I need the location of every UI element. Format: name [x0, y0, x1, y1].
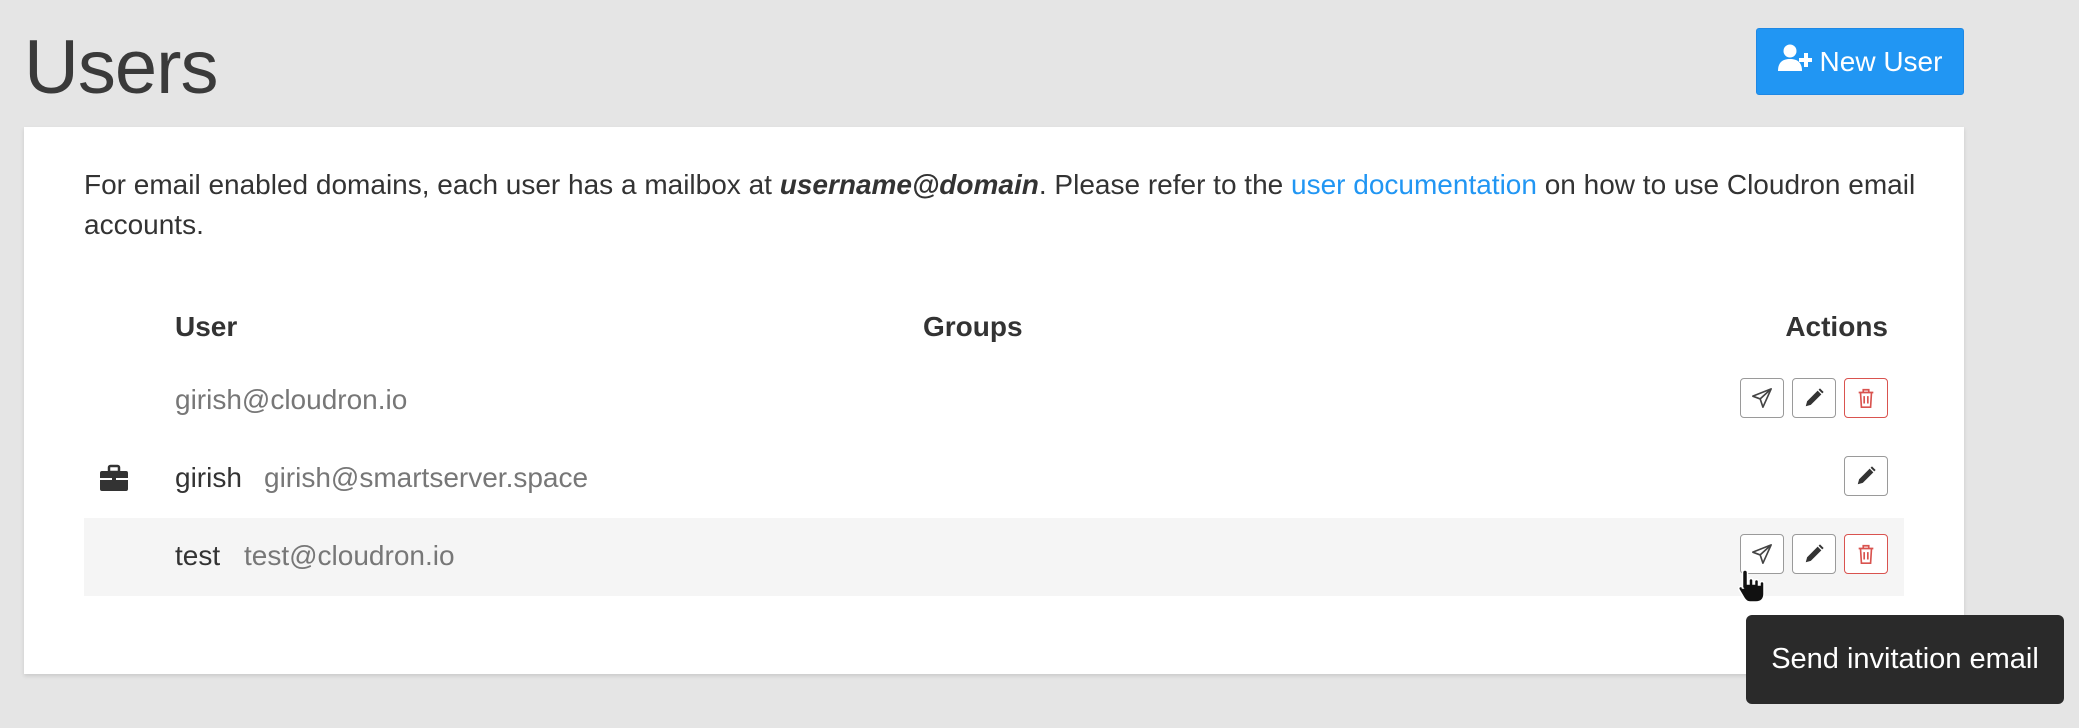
- users-card: For email enabled domains, each user has…: [24, 127, 1964, 674]
- user-documentation-link[interactable]: user documentation: [1291, 169, 1537, 200]
- users-table-header: User Groups Actions: [84, 305, 1904, 355]
- user-email: girish@smartserver.space: [264, 462, 589, 493]
- user-plus-icon: [1777, 44, 1813, 79]
- mailbox-info-text: For email enabled domains, each user has…: [84, 169, 1916, 240]
- edit-user-button[interactable]: [1792, 378, 1836, 418]
- table-row: girish@cloudron.io: [84, 362, 1904, 440]
- user-name: test: [175, 540, 221, 571]
- edit-user-button[interactable]: [1792, 534, 1836, 574]
- column-header-groups: Groups: [923, 311, 1023, 342]
- delete-user-button[interactable]: [1844, 378, 1888, 418]
- hand-pointer-cursor-icon: [1736, 568, 1768, 604]
- paper-plane-icon: [1752, 544, 1772, 564]
- row-actions: [1844, 456, 1888, 496]
- pencil-icon: [1805, 388, 1824, 407]
- table-row: test test@cloudron.io: [84, 518, 1904, 596]
- briefcase-icon: [99, 463, 129, 493]
- pencil-icon: [1857, 466, 1876, 485]
- user-email: girish@cloudron.io: [175, 384, 408, 415]
- send-invite-button[interactable]: [1740, 378, 1784, 418]
- trash-icon: [1858, 388, 1874, 408]
- username-domain-emphasis: username@domain: [779, 169, 1039, 200]
- user-name: girish: [175, 462, 242, 493]
- new-user-label: New User: [1819, 45, 1943, 77]
- send-invitation-tooltip: Send invitation email: [1746, 615, 2064, 704]
- column-header-actions: Actions: [1785, 311, 1888, 342]
- edit-user-button[interactable]: [1844, 456, 1888, 496]
- page-title: Users: [24, 25, 218, 110]
- new-user-button[interactable]: New User: [1756, 28, 1964, 95]
- pencil-icon: [1805, 544, 1824, 563]
- user-email: test@cloudron.io: [244, 540, 455, 571]
- row-actions: [1740, 378, 1888, 418]
- table-row: girish girish@smartserver.space: [84, 440, 1904, 518]
- trash-icon: [1858, 544, 1874, 564]
- delete-user-button[interactable]: [1844, 534, 1888, 574]
- paper-plane-icon: [1752, 388, 1772, 408]
- column-header-user: User: [175, 311, 238, 342]
